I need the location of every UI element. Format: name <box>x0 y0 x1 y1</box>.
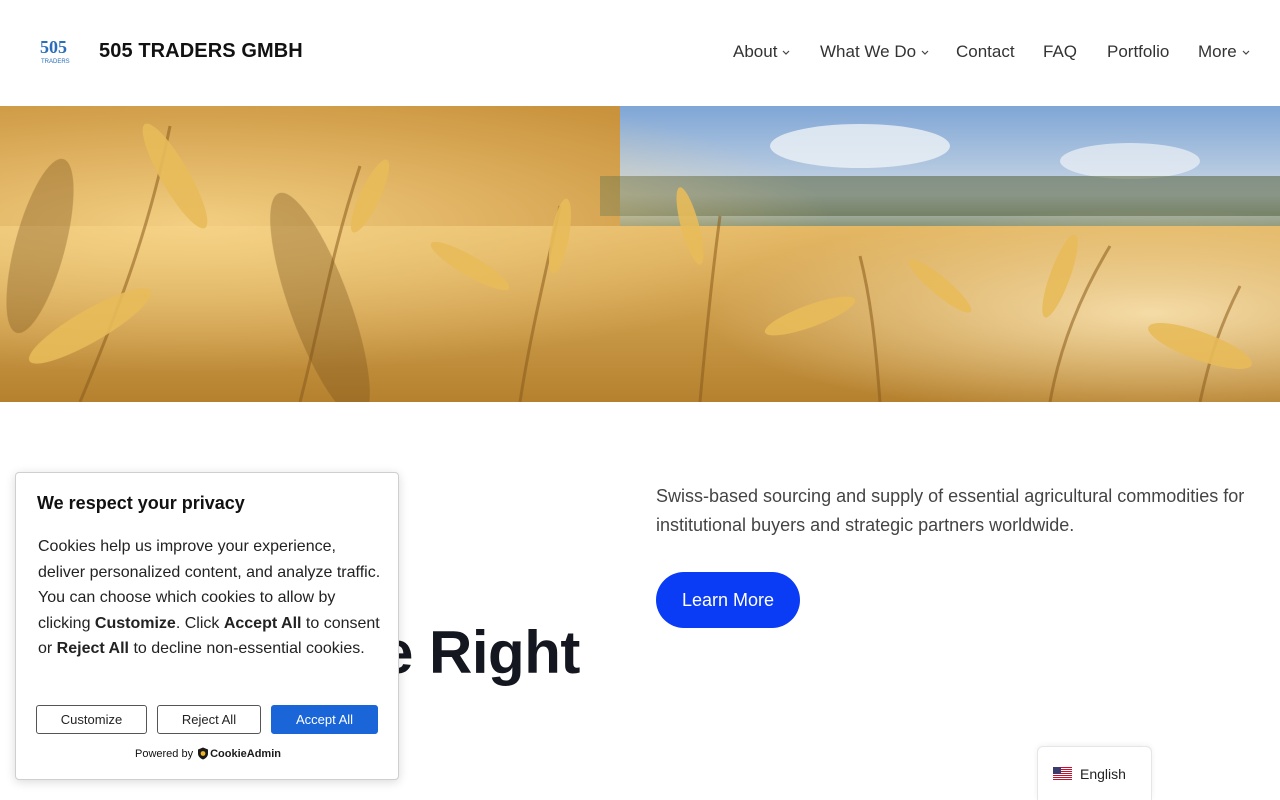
cookieadmin-logo[interactable]: CookieAdmin <box>197 747 281 760</box>
powered-by: Powered by CookieAdmin <box>16 747 400 760</box>
nav-item-label: What We Do <box>820 42 917 61</box>
nav-item-about[interactable]: About <box>733 42 791 62</box>
cookieadmin-label: CookieAdmin <box>210 747 281 760</box>
brand-logo[interactable]: 505 TRADERS <box>38 36 78 66</box>
chevron-down-icon <box>783 50 790 55</box>
hero-heading: e Right <box>380 619 580 686</box>
nav-item-label: Contact <box>956 42 1015 61</box>
powered-by-label: Powered by <box>135 747 194 760</box>
cookie-title: We respect your privacy <box>37 493 245 513</box>
nav-item-contact[interactable]: Contact <box>956 42 1015 62</box>
nav-item-faq[interactable]: FAQ <box>1043 42 1077 62</box>
chevron-down-icon <box>921 50 929 55</box>
learn-more-button[interactable]: Learn More <box>656 572 800 628</box>
cookie-consent-banner: We respect your privacy Cookies help us … <box>15 472 399 780</box>
nav-item-label: FAQ <box>1043 42 1078 61</box>
shield-icon <box>198 747 209 760</box>
customize-button[interactable]: Customize <box>36 705 147 734</box>
cookie-description: Cookies help us improve your experience,… <box>38 538 381 658</box>
nav-item-label: Portfolio <box>1107 42 1170 61</box>
nav-item-label: About <box>733 42 778 61</box>
site-header: 505 TRADERS 505 TRADERS GMBH About What … <box>0 0 1280 106</box>
reject-all-button[interactable]: Reject All <box>157 705 261 734</box>
hero-image-wheat-field <box>0 106 1280 402</box>
chevron-down-icon <box>1242 50 1250 55</box>
language-label: English <box>1080 765 1126 782</box>
nav-item-what-we-do[interactable]: What We Do <box>820 42 930 62</box>
nav-item-more[interactable]: More <box>1198 42 1251 62</box>
us-flag-icon <box>1053 767 1072 780</box>
nav-item-label: More <box>1198 42 1237 61</box>
svg-text:505: 505 <box>40 37 67 57</box>
accept-all-button[interactable]: Accept All <box>271 705 378 734</box>
brand-name[interactable]: 505 TRADERS GMBH <box>99 40 303 63</box>
hero-description: Swiss-based sourcing and supply of essen… <box>656 486 1245 535</box>
nav-item-portfolio[interactable]: Portfolio <box>1107 42 1169 62</box>
svg-text:TRADERS: TRADERS <box>41 59 70 65</box>
language-switcher[interactable]: English <box>1037 746 1152 800</box>
